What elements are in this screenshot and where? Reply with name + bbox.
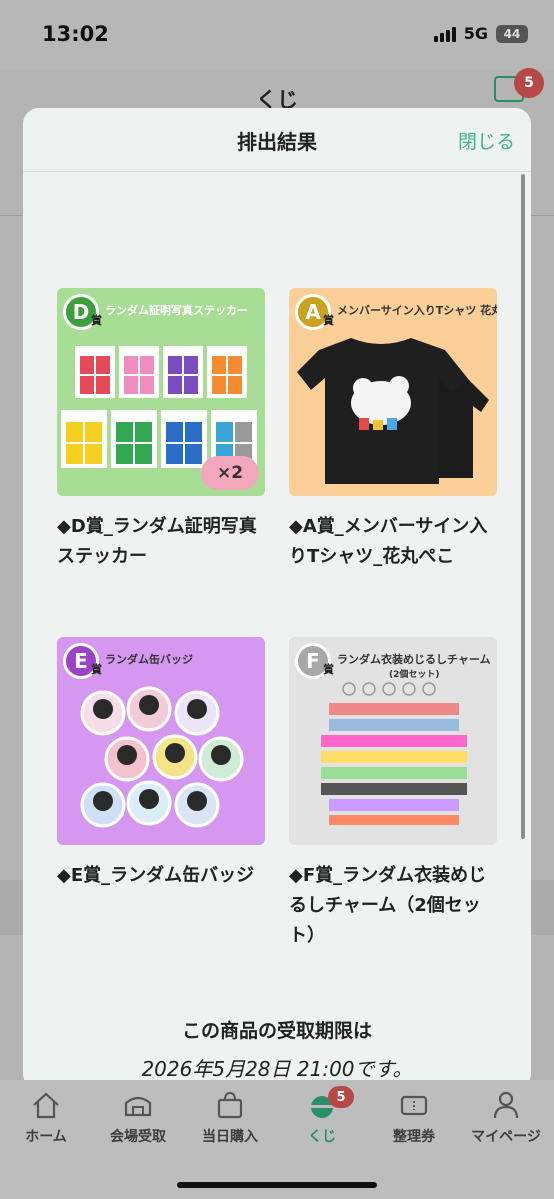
battery-icon: 44 (496, 24, 528, 43)
tab-label: ホーム (25, 1129, 67, 1145)
signal-icon (433, 26, 456, 42)
tab-home[interactable]: ホーム (0, 1090, 92, 1146)
status-bar: 13:02 5G 44 (0, 0, 554, 70)
tab-label: 会場受取 (110, 1129, 166, 1145)
tab-label: 当日購入 (202, 1129, 258, 1145)
venue-icon (122, 1090, 154, 1120)
deadline-date: 2026年5月28日 21:00です。 (141, 1057, 413, 1081)
prize-card-e[interactable]: E 賞 ランダム缶バッジ ◆E賞_ランダム缶バッジ (57, 637, 265, 891)
prize-card-a[interactable]: A 賞 メンバーサイン入りTシャツ 花丸ぺこ ◆A賞_メンバーサイン入りTシャツ… (289, 288, 497, 572)
home-indicator (177, 1182, 377, 1188)
prize-name: ◆D賞_ランダム証明写真ステッカー (57, 516, 257, 567)
prize-name: ◆A賞_メンバーサイン入りTシャツ_花丸ぺこ (289, 516, 488, 567)
inbox-badge: 5 (514, 68, 544, 98)
status-time: 13:02 (42, 22, 109, 46)
shopping-bag-icon (214, 1090, 246, 1120)
tab-venue[interactable]: 会場受取 (92, 1090, 184, 1146)
deadline-label: この商品の受取期限は (181, 1020, 372, 1042)
tab-badge: 5 (328, 1086, 354, 1108)
tab-label: 整理券 (393, 1129, 435, 1145)
prize-name: ◆E賞_ランダム缶バッジ (57, 865, 255, 886)
badges-illustration (80, 686, 244, 828)
tab-label: くじ (308, 1129, 336, 1145)
tab-purchase[interactable]: 当日購入 (184, 1090, 276, 1146)
prize-name: ◆F賞_ランダム衣装めじるしチャーム（2個セット） (289, 865, 487, 946)
tab-mypage[interactable]: マイページ (460, 1090, 552, 1146)
scrollbar[interactable] (521, 174, 525, 839)
home-icon (30, 1090, 62, 1120)
prize-card-f[interactable]: F 賞 ランダム衣装めじるしチャーム (2個セット) ◆F賞_ランダム衣装めじる… (289, 637, 497, 951)
person-icon (490, 1090, 522, 1120)
prize-image: F 賞 ランダム衣装めじるしチャーム (2個セット) (289, 637, 497, 845)
ticket-icon (398, 1090, 430, 1120)
prize-image: D 賞 ランダム証明写真ステッカー ×2 (57, 288, 265, 496)
close-button[interactable]: 閉じる (458, 127, 515, 154)
tab-lottery[interactable]: 5 くじ (276, 1086, 368, 1146)
prize-image: A 賞 メンバーサイン入りTシャツ 花丸ぺこ (289, 288, 497, 496)
status-indicators: 5G 44 (433, 24, 528, 43)
modal-header: 排出結果 閉じる (23, 108, 531, 172)
tab-label: マイページ (471, 1129, 541, 1145)
deadline-notice: この商品の受取期限は 2026年5月28日 21:00です。 (23, 1016, 531, 1082)
tshirt-illustration (297, 338, 489, 484)
prize-image: E 賞 ランダム缶バッジ (57, 637, 265, 845)
quantity-badge: ×2 (201, 456, 259, 490)
results-modal: 排出結果 閉じる D 賞 ランダム証明写真ステッカー ×2 ◆D賞_ランダム証明… (23, 108, 531, 1090)
charms-illustration (321, 682, 467, 825)
network-label: 5G (463, 24, 488, 43)
modal-title: 排出結果 (237, 130, 317, 154)
prize-card-d[interactable]: D 賞 ランダム証明写真ステッカー ×2 ◆D賞_ランダム証明写真ステッカー (57, 288, 265, 572)
tab-ticket[interactable]: 整理券 (368, 1090, 460, 1146)
